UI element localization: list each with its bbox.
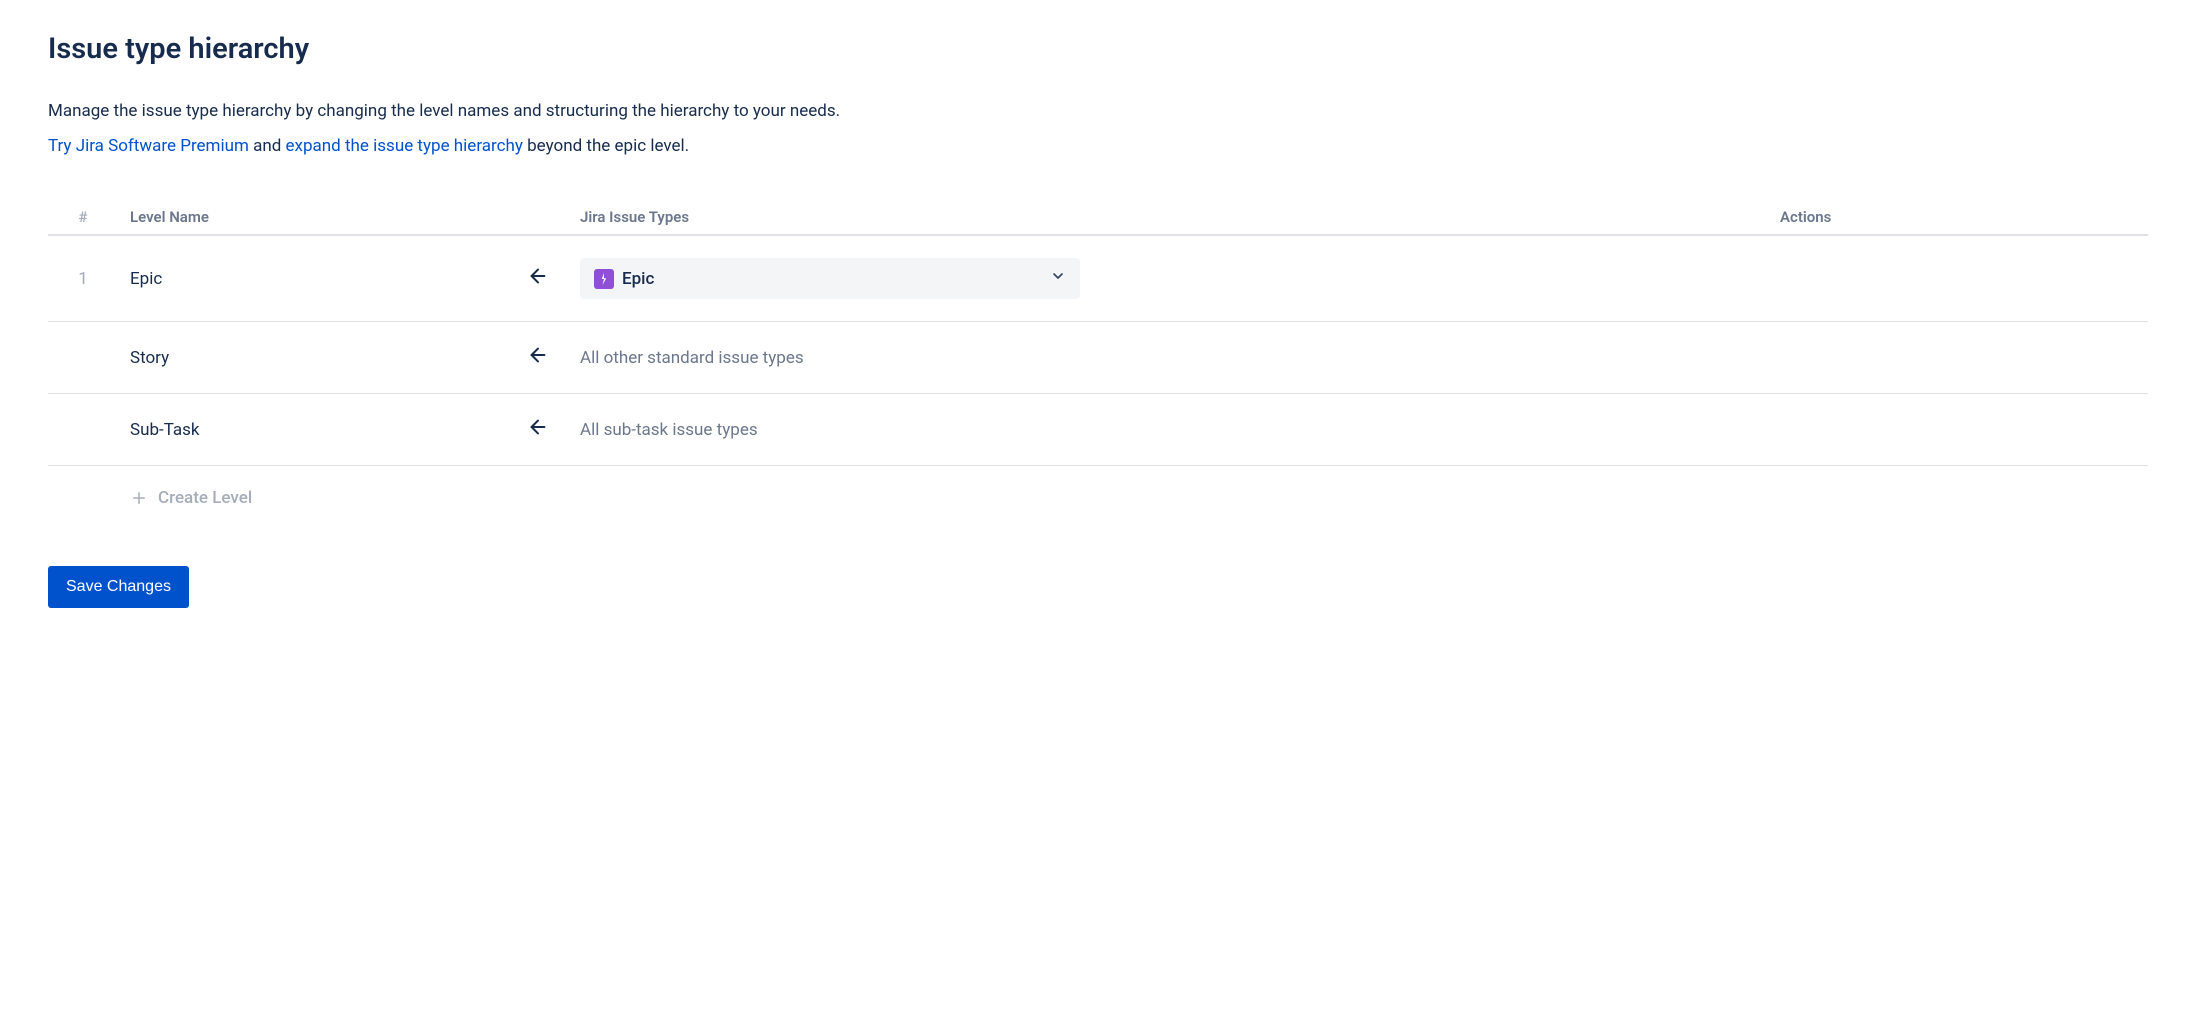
chevron-down-icon: [1050, 268, 1066, 289]
issue-type-selected-label: Epic: [622, 269, 654, 289]
row-num: [48, 322, 118, 394]
row-num: 1: [48, 235, 118, 322]
issue-type-dropdown[interactable]: Epic: [580, 258, 1080, 299]
expand-hierarchy-link[interactable]: expand the issue type hierarchy: [286, 136, 523, 156]
arrow-left-icon: [527, 416, 549, 438]
header-actions: Actions: [1768, 200, 2148, 235]
header-issue-types: Jira Issue Types: [568, 200, 1768, 235]
hierarchy-table: # Level Name Jira Issue Types Actions 1 …: [48, 200, 2148, 534]
level-name-cell[interactable]: Story: [118, 322, 508, 394]
arrow-left-icon: [527, 265, 549, 287]
save-button[interactable]: Save Changes: [48, 566, 189, 608]
level-name-cell[interactable]: Sub-Task: [118, 394, 508, 466]
beyond-text: beyond the epic level.: [523, 136, 689, 156]
row-num: [48, 394, 118, 466]
create-level-row: Create Level: [48, 466, 2148, 535]
actions-cell: [1768, 394, 2148, 466]
header-num: #: [48, 200, 118, 235]
issue-type-text: All other standard issue types: [580, 348, 804, 368]
create-level-label: Create Level: [158, 488, 252, 508]
table-row: Story All other standard issue types: [48, 322, 2148, 394]
page-description-line2: Try Jira Software Premium and expand the…: [48, 133, 2148, 160]
actions-cell: [1768, 235, 2148, 322]
issue-type-text: All sub-task issue types: [580, 420, 758, 440]
table-row: 1 Epic Epic: [48, 235, 2148, 322]
header-arrow-spacer: [508, 200, 568, 235]
create-level-button[interactable]: Create Level: [130, 488, 252, 508]
arrow-left-icon: [527, 344, 549, 366]
page-description: Manage the issue type hierarchy by chang…: [48, 98, 2148, 125]
premium-link[interactable]: Try Jira Software Premium: [48, 136, 249, 156]
actions-cell: [1768, 322, 2148, 394]
level-name-cell[interactable]: Epic: [118, 235, 508, 322]
page-title: Issue type hierarchy: [48, 32, 2148, 66]
plus-icon: [130, 489, 148, 507]
header-level-name: Level Name: [118, 200, 508, 235]
and-text: and: [249, 136, 286, 156]
epic-icon: [594, 269, 614, 289]
table-row: Sub-Task All sub-task issue types: [48, 394, 2148, 466]
